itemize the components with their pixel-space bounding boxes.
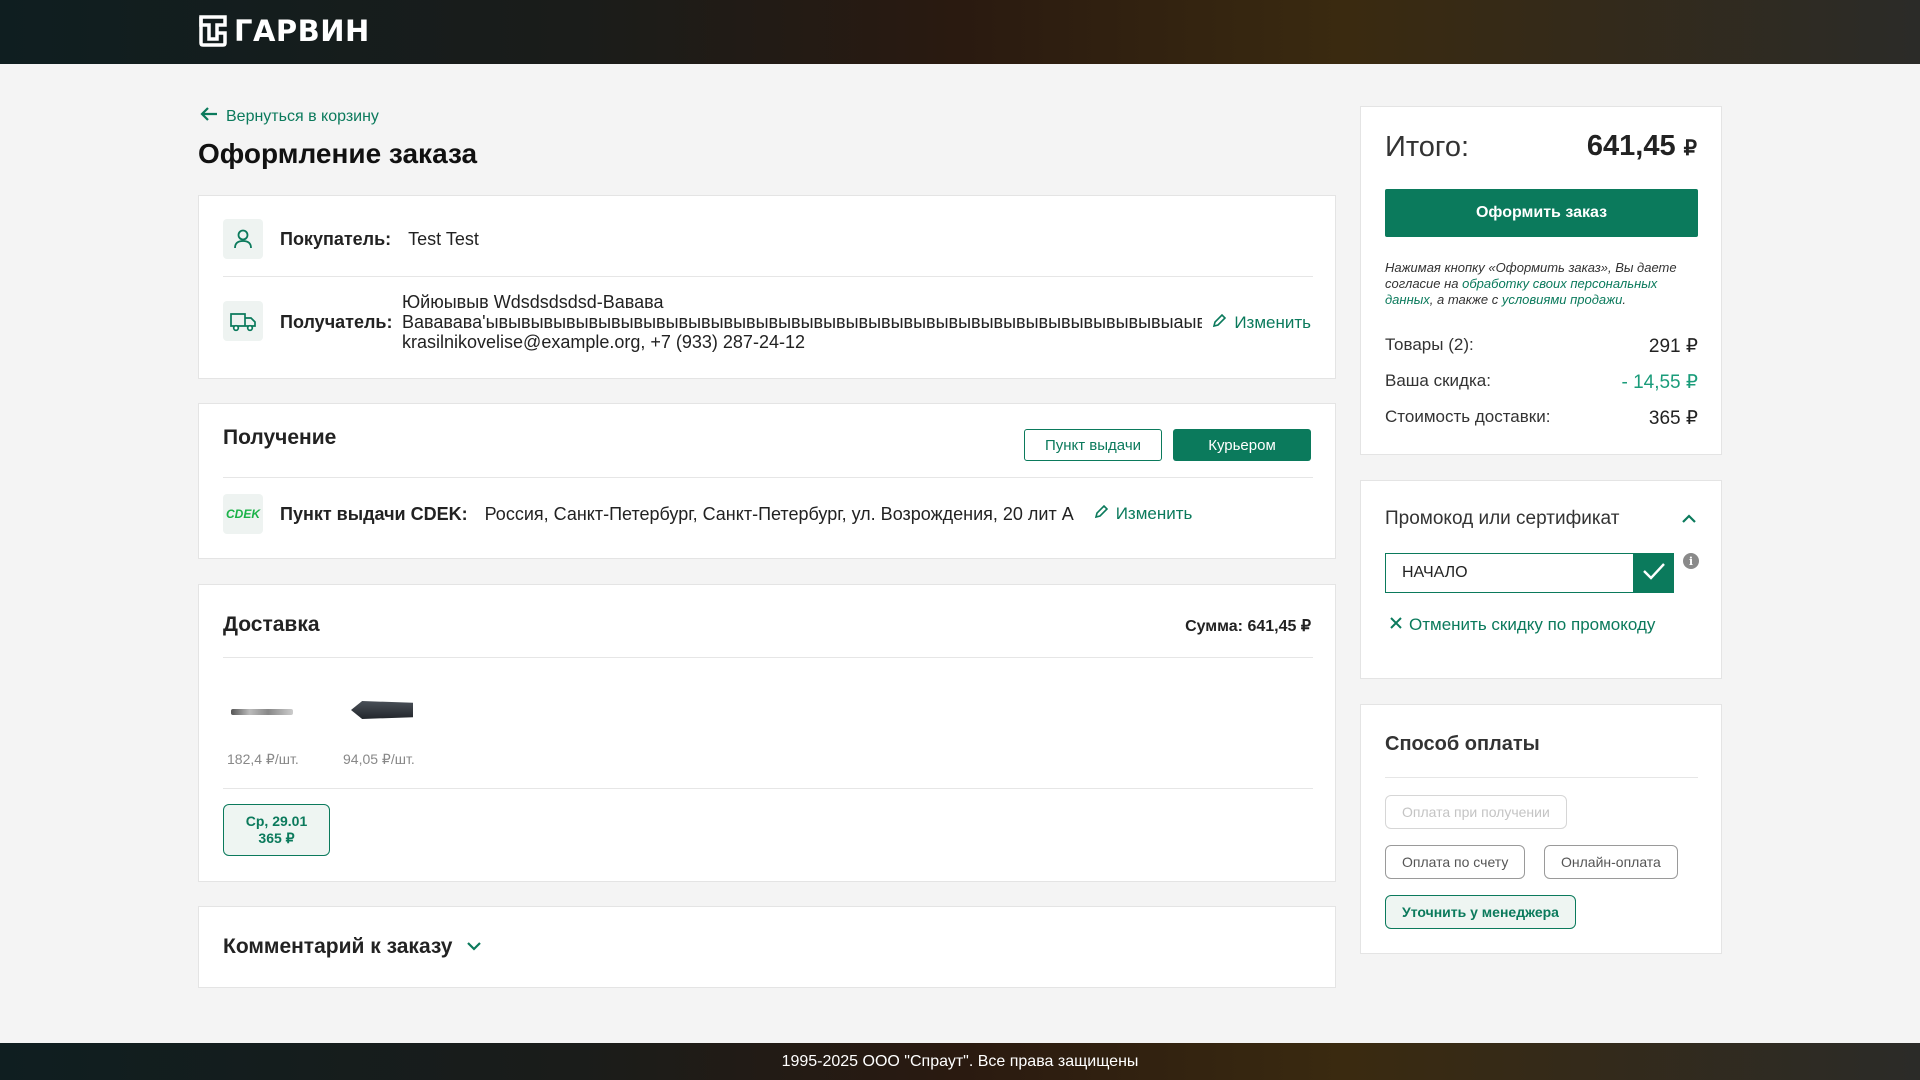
customer-card: Покупатель: Test Test Получатель: Юйюывы… [198,195,1336,379]
receipt-title: Получение [223,426,337,449]
product-item[interactable]: 94,05 ₽/шт. [339,685,417,767]
page-title: Оформление заказа [198,138,478,169]
drill-bit-image [231,709,293,715]
delivery-sum: Сумма: 641,45 ₽ [1185,618,1311,635]
header-bar: ГАРВИН [0,0,1920,64]
chevron-up-icon[interactable] [1681,511,1697,529]
recipient-label: Получатель: [280,312,393,332]
recipient-name-extra: Вававава'ывывывывывывывывывывывывывывывы… [402,312,1202,332]
pay-by-invoice-button[interactable]: Оплата по счету [1385,845,1526,879]
receipt-card: Получение Пункт выдачи Курьером CDEK Пун… [198,403,1336,559]
delivery-slot-button[interactable]: Ср, 29.01 365 ₽ [223,804,330,856]
product-item[interactable]: 182,4 ₽/шт. [223,685,301,767]
delivery-slot-price: 365 ₽ [258,830,295,846]
cdek-logo: CDEK [223,494,263,534]
divider [223,276,1313,277]
cdek-logo-text: CDEK [225,507,260,521]
back-link-label: Вернуться в корзину [226,107,379,125]
user-icon [223,219,263,259]
buyer-label: Покупатель: [280,228,392,249]
logo-icon [198,14,228,48]
arrow-left-icon [200,106,218,127]
sale-terms-link[interactable]: условиями продажи [1502,292,1622,307]
pay-online-button[interactable]: Онлайн-оплата [1544,845,1678,879]
summary-row-value: 365 ₽ [1648,408,1698,429]
divider [223,788,1313,789]
product-price: 182,4 ₽/шт. [227,751,299,767]
total-value: 641,45 [1586,130,1676,162]
logo[interactable]: ГАРВИН [198,14,370,48]
ask-manager-button[interactable]: Уточнить у менеджера [1385,895,1576,929]
promo-input-value: НАЧАЛО [1402,564,1468,581]
courier-option-button[interactable]: Курьером [1173,429,1311,461]
cancel-promo-label: Отменить скидку по промокоду [1409,615,1656,634]
recipient-name: Юйюывыв Wdsdsdsdsd-Вавава [402,292,664,312]
consent-part3: . [1622,292,1626,307]
product-price: 94,05 ₽/шт. [343,751,415,767]
promo-input[interactable]: НАЧАЛО [1385,553,1634,593]
divider [223,657,1313,658]
divider [1385,777,1698,778]
edit-pickup-label: Изменить [1115,504,1193,523]
cancel-promo-link[interactable]: Отменить скидку по промокоду [1389,615,1655,635]
total-currency: ₽ [1683,137,1697,160]
delivery-card: Доставка Сумма: 641,45 ₽ 182,4 ₽/шт. 94,… [198,584,1336,882]
summary-row-value: 291 ₽ [1648,336,1698,357]
pickup-point-address: Россия, Санкт-Петербург, Санкт-Петербург… [484,503,1074,524]
divider [223,477,1313,478]
consent-text: Нажимая кнопку «Оформить заказ», Вы дает… [1385,260,1698,308]
promo-apply-button[interactable] [1634,553,1674,593]
summary-row-label: Товары (2): [1385,335,1474,354]
payment-card: Способ оплаты Оплата при получении Оплат… [1360,704,1722,954]
payment-title: Способ оплаты [1385,733,1540,755]
delivery-title: Доставка [223,613,320,636]
pencil-icon [1094,504,1108,524]
discount-value: - 14,55 ₽ [1621,372,1698,393]
pickup-option-button[interactable]: Пункт выдачи [1024,429,1162,461]
logo-text: ГАРВИН [234,14,370,48]
screwdriver-bit-image [351,701,413,719]
truck-icon [223,301,263,341]
comment-card[interactable]: Комментарий к заказу [198,906,1336,988]
buyer-value: Test Test [408,228,479,249]
summary-row: Ваша скидка: - 14,55 ₽ [1385,371,1698,394]
recipient-details: Юйюывыв Wdsdsdsdsd-Вавава Вававава'ывывы… [402,292,1202,352]
back-to-cart-link[interactable]: Вернуться в корзину [200,106,379,127]
promo-card: Промокод или сертификат НАЧАЛО i Отменит… [1360,480,1722,679]
edit-recipient-label: Изменить [1234,313,1311,332]
consent-part2: , а также с [1429,292,1499,307]
pickup-point-label: Пункт выдачи CDEK: [280,503,468,524]
summary-row-label: Ваша скидка: [1385,371,1491,390]
summary-row-label: Стоимость доставки: [1385,407,1551,426]
footer: 1995-2025 ООО "Спраут". Все права защище… [0,1043,1920,1080]
chevron-down-icon[interactable] [466,938,482,956]
checkmark-icon [1641,561,1667,586]
close-icon [1389,615,1403,635]
submit-order-button[interactable]: Оформить заказ [1385,189,1698,237]
summary-row: Стоимость доставки: 365 ₽ [1385,407,1698,430]
edit-pickup-point-link[interactable]: Изменить [1094,504,1193,524]
summary-row: Товары (2): 291 ₽ [1385,335,1698,358]
edit-recipient-link[interactable]: Изменить [1212,313,1311,333]
pay-on-receipt-button[interactable]: Оплата при получении [1385,795,1567,829]
recipient-contacts: krasilnikovelise@example.org, +7 (933) 2… [402,332,805,352]
delivery-slot-date: Ср, 29.01 [245,813,308,829]
total-label: Итого: [1385,131,1470,163]
pencil-icon [1212,313,1227,333]
promo-title: Промокод или сертификат [1385,508,1620,529]
info-icon[interactable]: i [1683,553,1699,569]
copyright-text: 1995-2025 ООО "Спраут". Все права защище… [781,1052,1139,1070]
comment-title: Комментарий к заказу [223,935,453,958]
summary-card: Итого: 641,45 ₽ Оформить заказ Нажимая к… [1360,106,1722,455]
